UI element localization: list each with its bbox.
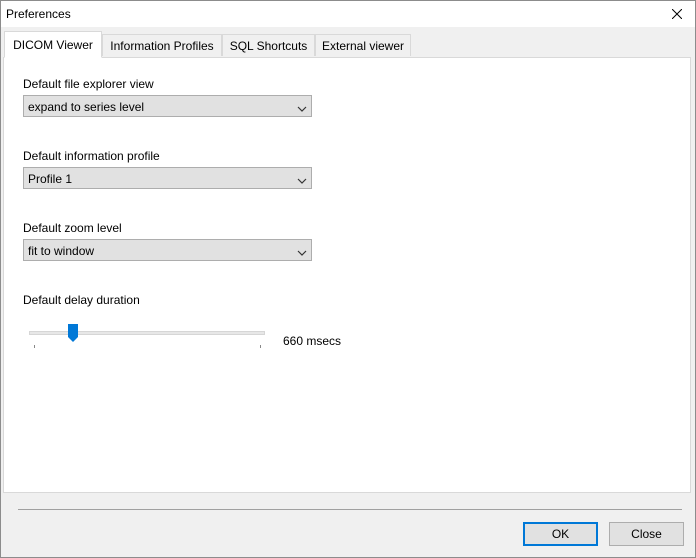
dicom-viewer-panel	[3, 57, 691, 493]
tab-dicom-viewer[interactable]: DICOM Viewer	[4, 31, 102, 58]
delay-duration-label: Default delay duration	[23, 293, 140, 307]
close-button[interactable]: Close	[609, 522, 684, 546]
close-icon[interactable]	[667, 4, 687, 24]
chevron-down-icon	[297, 102, 307, 112]
slider-tick-end	[260, 345, 261, 348]
tab-sql-shortcuts[interactable]: SQL Shortcuts	[222, 34, 315, 56]
delay-duration-slider-track[interactable]	[29, 331, 265, 335]
zoom-level-select[interactable]: fit to window	[23, 239, 312, 261]
tab-information-profiles[interactable]: Information Profiles	[102, 34, 222, 56]
ok-button[interactable]: OK	[523, 522, 598, 546]
chevron-down-icon	[297, 174, 307, 184]
file-explorer-view-select[interactable]: expand to series level	[23, 95, 312, 117]
slider-thumb-icon[interactable]	[67, 324, 78, 342]
window-title: Preferences	[6, 7, 71, 21]
zoom-level-label: Default zoom level	[23, 221, 122, 235]
title-bar[interactable]: Preferences	[1, 1, 695, 27]
information-profile-label: Default information profile	[23, 149, 160, 163]
file-explorer-view-value: expand to series level	[28, 100, 145, 114]
footer-separator	[18, 509, 682, 510]
tab-external-viewer[interactable]: External viewer	[315, 34, 411, 56]
information-profile-select[interactable]: Profile 1	[23, 167, 312, 189]
file-explorer-view-label: Default file explorer view	[23, 77, 154, 91]
slider-tick-start	[34, 345, 35, 348]
zoom-level-value: fit to window	[28, 244, 95, 258]
chevron-down-icon	[297, 246, 307, 256]
preferences-dialog: Preferences DICOM Viewer Information Pro…	[0, 0, 696, 558]
delay-duration-value: 660 msecs	[283, 334, 342, 348]
information-profile-value: Profile 1	[28, 172, 73, 186]
tab-strip: DICOM Viewer Information Profiles SQL Sh…	[3, 31, 693, 58]
